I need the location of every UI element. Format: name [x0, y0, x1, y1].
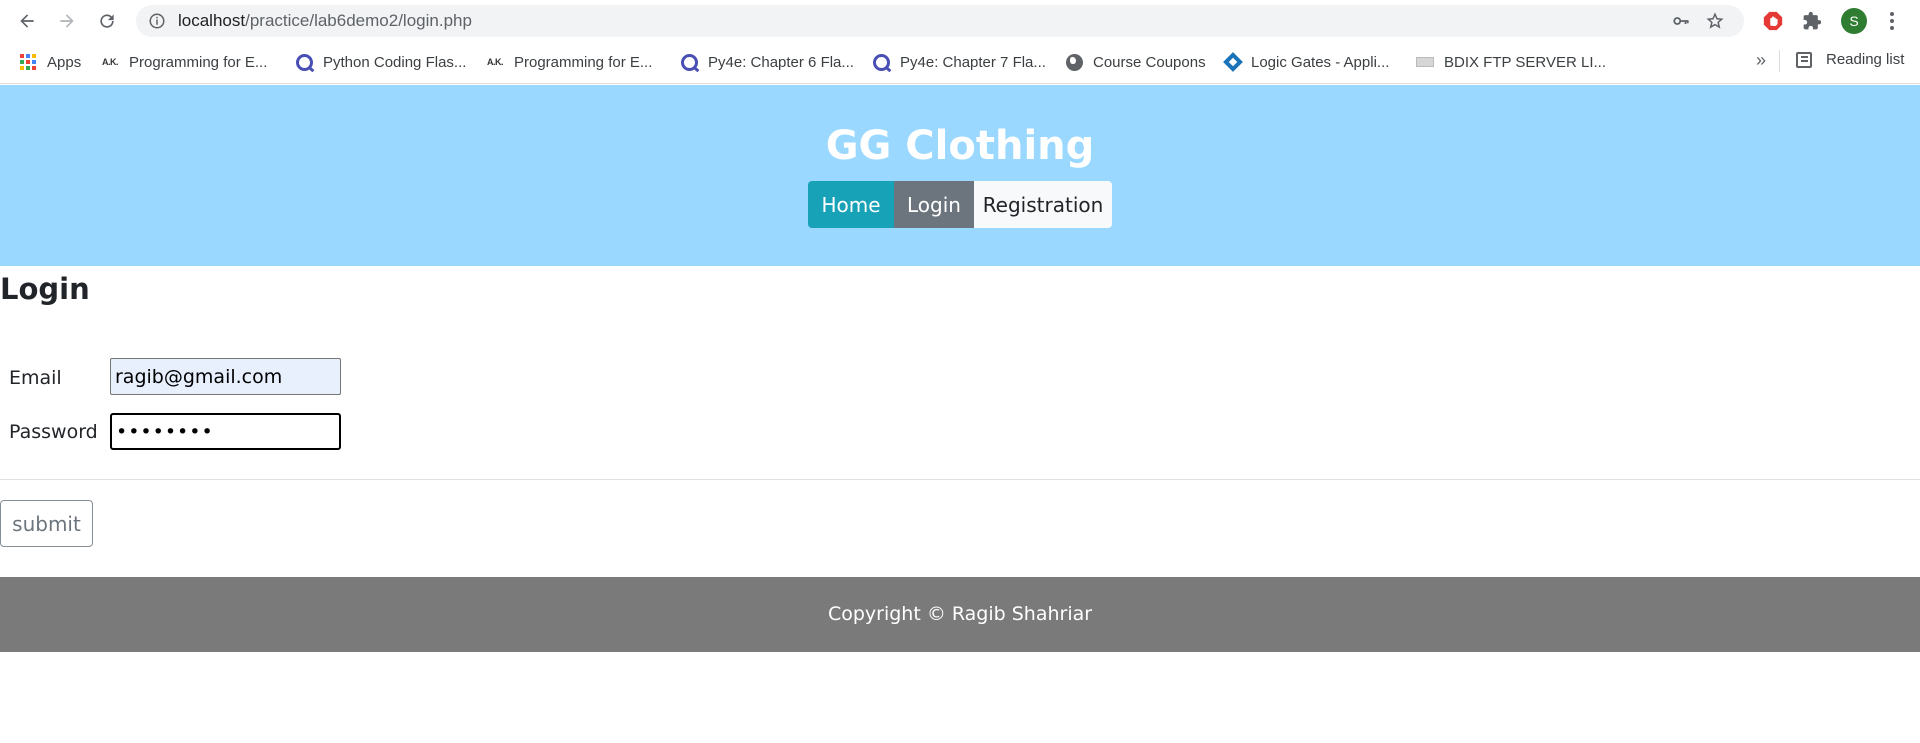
email-field[interactable] [110, 358, 341, 395]
ak-favicon-icon: A.K. [487, 57, 504, 67]
bookmark-label: Programming for E... [514, 53, 653, 71]
back-icon[interactable] [14, 8, 40, 34]
bookmark-label: Python Coding Flas... [323, 53, 467, 71]
main-nav: Home Login Registration [808, 181, 1112, 228]
bookmark-label: Course Coupons [1093, 53, 1206, 71]
page-title: Login [0, 272, 90, 306]
form-divider [0, 479, 1920, 480]
nav-home-button[interactable]: Home [808, 181, 894, 228]
password-label: Password [9, 421, 98, 443]
ak-favicon-icon: A.K. [102, 57, 119, 67]
profile-avatar[interactable]: S [1841, 8, 1867, 34]
reading-list-button[interactable]: Reading list [1796, 51, 1904, 68]
quizlet-icon [680, 53, 698, 71]
bookmark-logic-gates[interactable]: Logic Gates - Appli... [1223, 51, 1389, 73]
adblock-extension-icon[interactable] [1761, 9, 1785, 33]
bookmark-bdix-ftp[interactable]: BDIX FTP SERVER LI... [1416, 51, 1606, 73]
bookmark-py4e-ch6[interactable]: Py4e: Chapter 6 Fla... [680, 51, 854, 73]
bookmark-programming-1[interactable]: A.K. Programming for E... [101, 51, 267, 73]
bookmark-label: Logic Gates - Appli... [1251, 53, 1390, 71]
bookmarks-overflow-button[interactable]: » [1756, 50, 1766, 71]
quizlet-icon [872, 53, 890, 71]
star-icon[interactable] [1706, 12, 1724, 30]
url-text[interactable]: localhost/practice/lab6demo2/login.php [178, 12, 472, 30]
diamond-favicon-icon [1223, 53, 1241, 71]
bookmark-label: Apps [47, 53, 82, 71]
apps-grid-icon [20, 54, 36, 70]
bookmark-course-coupons[interactable]: Course Coupons [1065, 51, 1206, 73]
bookmark-py4e-ch7[interactable]: Py4e: Chapter 7 Fla... [872, 51, 1046, 73]
bookmark-label: Py4e: Chapter 6 Fla... [708, 53, 854, 71]
bookmark-programming-2[interactable]: A.K. Programming for E... [486, 51, 652, 73]
nav-login-button[interactable]: Login [894, 181, 974, 228]
bookmark-label: Py4e: Chapter 7 Fla... [900, 53, 1046, 71]
reading-list-icon [1796, 51, 1812, 68]
bookmark-python-coding[interactable]: Python Coding Flas... [295, 51, 466, 73]
key-icon[interactable] [1672, 12, 1690, 30]
forward-icon[interactable] [54, 8, 80, 34]
address-bar[interactable]: localhost/practice/lab6demo2/login.php [136, 5, 1744, 37]
site-info-icon[interactable] [148, 12, 166, 30]
password-field[interactable] [110, 413, 341, 450]
email-label: Email [9, 367, 62, 389]
bookmark-apps[interactable]: Apps [19, 51, 81, 73]
url-host: localhost [178, 11, 246, 30]
bdix-favicon-icon [1416, 53, 1434, 71]
menu-icon[interactable] [1884, 9, 1900, 33]
url-path: /practice/lab6demo2/login.php [245, 11, 472, 30]
site-header: GG Clothing Home Login Registration [0, 85, 1920, 266]
bookmarks-divider [1779, 50, 1780, 72]
site-title: GG Clothing [825, 123, 1095, 169]
site-footer: Copyright © Ragib Shahriar [0, 577, 1920, 652]
browser-toolbar: localhost/practice/lab6demo2/login.php S [0, 0, 1920, 41]
bookmark-label: BDIX FTP SERVER LI... [1444, 53, 1606, 71]
bookmark-label: Programming for E... [129, 53, 268, 71]
copyright-text: Copyright © Ragib Shahriar [827, 603, 1093, 625]
submit-button[interactable]: submit [0, 500, 93, 547]
quizlet-icon [295, 53, 313, 71]
reading-list-label: Reading list [1826, 51, 1905, 68]
reload-icon[interactable] [94, 8, 120, 34]
globe-icon [1065, 53, 1083, 71]
nav-registration-button[interactable]: Registration [974, 181, 1112, 228]
puzzle-extensions-icon[interactable] [1800, 9, 1824, 33]
bookmarks-bar: Apps A.K. Programming for E... Python Co… [0, 41, 1920, 84]
